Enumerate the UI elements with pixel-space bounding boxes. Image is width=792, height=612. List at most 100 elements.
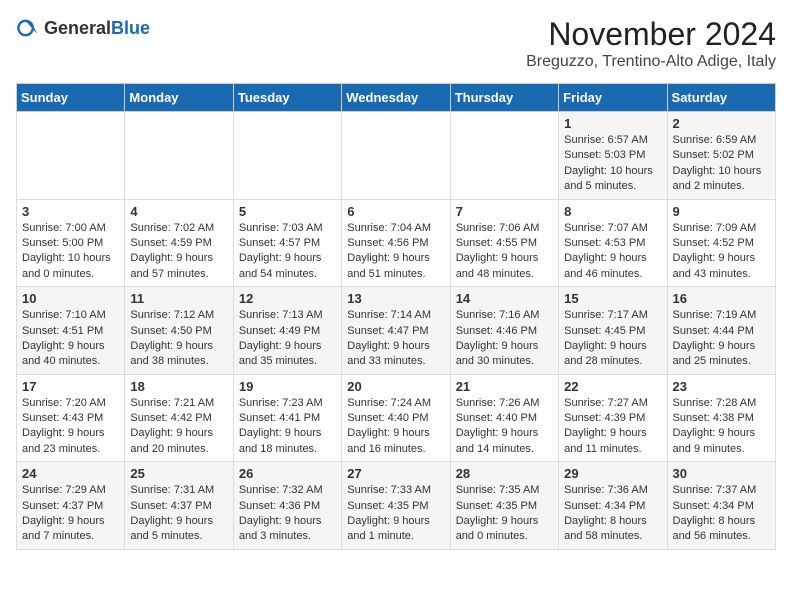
calendar-cell: 12Sunrise: 7:13 AM Sunset: 4:49 PM Dayli…	[233, 287, 341, 375]
day-header-saturday: Saturday	[667, 84, 775, 112]
calendar-cell	[342, 112, 450, 200]
day-number: 18	[130, 379, 227, 394]
day-number: 29	[564, 466, 661, 481]
calendar-cell: 7 Sunrise: 7:06 AM Sunset: 4:55 PM Daylig…	[450, 199, 558, 287]
location-title: Breguzzo, Trentino-Alto Adige, Italy	[526, 53, 776, 71]
cell-info: Sunrise: 7:06 AM Sunset: 4:55 PM Dayligh…	[456, 221, 553, 283]
day-number: 8	[564, 204, 661, 219]
week-row-1: 1 Sunrise: 6:57 AM Sunset: 5:03 PM Daylig…	[17, 112, 776, 200]
cell-info: Sunrise: 7:32 AM Sunset: 4:36 PM Dayligh…	[239, 483, 336, 545]
cell-info: Sunrise: 7:35 AM Sunset: 4:35 PM Dayligh…	[456, 483, 553, 545]
day-number: 2	[673, 116, 770, 131]
cell-info: Sunrise: 7:21 AM Sunset: 4:42 PM Dayligh…	[130, 396, 227, 458]
day-number: 11	[130, 291, 227, 306]
cell-info: Sunrise: 7:10 AM Sunset: 4:51 PM Dayligh…	[22, 308, 119, 370]
cell-info: Sunrise: 7:19 AM Sunset: 4:44 PM Dayligh…	[673, 308, 770, 370]
day-number: 7	[456, 204, 553, 219]
cell-info: Sunrise: 7:27 AM Sunset: 4:39 PM Dayligh…	[564, 396, 661, 458]
cell-info: Sunrise: 7:33 AM Sunset: 4:35 PM Dayligh…	[347, 483, 444, 545]
calendar-cell: 21 Sunrise: 7:26 AM Sunset: 4:40 PM Dayli…	[450, 374, 558, 462]
day-number: 24	[22, 466, 119, 481]
calendar-cell	[17, 112, 125, 200]
cell-info: Sunrise: 7:07 AM Sunset: 4:53 PM Dayligh…	[564, 221, 661, 283]
cell-info: Sunrise: 7:31 AM Sunset: 4:37 PM Dayligh…	[130, 483, 227, 545]
cell-info: Sunrise: 7:29 AM Sunset: 4:37 PM Dayligh…	[22, 483, 119, 545]
day-number: 22	[564, 379, 661, 394]
calendar-cell: 9Sunrise: 7:09 AM Sunset: 4:52 PM Daylig…	[667, 199, 775, 287]
title-area: November 2024 Breguzzo, Trentino-Alto Ad…	[526, 16, 776, 71]
day-number: 6	[347, 204, 444, 219]
month-title: November 2024	[526, 16, 776, 53]
day-header-thursday: Thursday	[450, 84, 558, 112]
day-header-wednesday: Wednesday	[342, 84, 450, 112]
logo-general-text: General	[44, 18, 111, 39]
day-number: 17	[22, 379, 119, 394]
day-number: 12	[239, 291, 336, 306]
calendar-cell: 22 Sunrise: 7:27 AM Sunset: 4:39 PM Dayli…	[559, 374, 667, 462]
cell-info: Sunrise: 7:00 AM Sunset: 5:00 PM Dayligh…	[22, 221, 119, 283]
calendar-cell: 11 Sunrise: 7:12 AM Sunset: 4:50 PM Dayli…	[125, 287, 233, 375]
calendar-cell: 14Sunrise: 7:16 AM Sunset: 4:46 PM Dayli…	[450, 287, 558, 375]
calendar-table: SundayMondayTuesdayWednesdayThursdayFrid…	[16, 83, 776, 550]
day-header-monday: Monday	[125, 84, 233, 112]
day-number: 16	[673, 291, 770, 306]
calendar-cell: 29Sunrise: 7:36 AM Sunset: 4:34 PM Dayli…	[559, 462, 667, 550]
calendar-cell: 2 Sunrise: 6:59 AM Sunset: 5:02 PM Daylig…	[667, 112, 775, 200]
day-number: 28	[456, 466, 553, 481]
cell-info: Sunrise: 7:20 AM Sunset: 4:43 PM Dayligh…	[22, 396, 119, 458]
day-number: 21	[456, 379, 553, 394]
day-number: 5	[239, 204, 336, 219]
calendar-cell: 17 Sunrise: 7:20 AM Sunset: 4:43 PM Dayli…	[17, 374, 125, 462]
day-number: 19	[239, 379, 336, 394]
cell-info: Sunrise: 7:24 AM Sunset: 4:40 PM Dayligh…	[347, 396, 444, 458]
day-number: 15	[564, 291, 661, 306]
calendar-cell	[450, 112, 558, 200]
week-row-4: 17 Sunrise: 7:20 AM Sunset: 4:43 PM Dayli…	[17, 374, 776, 462]
calendar-cell: 23 Sunrise: 7:28 AM Sunset: 4:38 PM Dayli…	[667, 374, 775, 462]
cell-info: Sunrise: 7:37 AM Sunset: 4:34 PM Dayligh…	[673, 483, 770, 545]
cell-info: Sunrise: 7:14 AM Sunset: 4:47 PM Dayligh…	[347, 308, 444, 370]
calendar-body: 1 Sunrise: 6:57 AM Sunset: 5:03 PM Daylig…	[17, 112, 776, 550]
calendar-cell: 10Sunrise: 7:10 AM Sunset: 4:51 PM Dayli…	[17, 287, 125, 375]
logo-icon	[16, 16, 40, 40]
day-number: 30	[673, 466, 770, 481]
cell-info: Sunrise: 7:04 AM Sunset: 4:56 PM Dayligh…	[347, 221, 444, 283]
day-number: 13	[347, 291, 444, 306]
cell-info: Sunrise: 7:17 AM Sunset: 4:45 PM Dayligh…	[564, 308, 661, 370]
cell-info: Sunrise: 7:16 AM Sunset: 4:46 PM Dayligh…	[456, 308, 553, 370]
calendar-cell: 20 Sunrise: 7:24 AM Sunset: 4:40 PM Dayli…	[342, 374, 450, 462]
calendar-cell: 8 Sunrise: 7:07 AM Sunset: 4:53 PM Daylig…	[559, 199, 667, 287]
cell-info: Sunrise: 7:23 AM Sunset: 4:41 PM Dayligh…	[239, 396, 336, 458]
logo: General Blue	[16, 16, 150, 40]
day-number: 1	[564, 116, 661, 131]
calendar-cell: 4 Sunrise: 7:02 AM Sunset: 4:59 PM Daylig…	[125, 199, 233, 287]
day-number: 26	[239, 466, 336, 481]
cell-info: Sunrise: 7:03 AM Sunset: 4:57 PM Dayligh…	[239, 221, 336, 283]
calendar-cell: 26 Sunrise: 7:32 AM Sunset: 4:36 PM Dayli…	[233, 462, 341, 550]
logo-blue-text: Blue	[111, 18, 150, 39]
day-number: 23	[673, 379, 770, 394]
calendar-cell: 6 Sunrise: 7:04 AM Sunset: 4:56 PM Daylig…	[342, 199, 450, 287]
day-number: 4	[130, 204, 227, 219]
calendar-cell: 5 Sunrise: 7:03 AM Sunset: 4:57 PM Daylig…	[233, 199, 341, 287]
day-number: 20	[347, 379, 444, 394]
week-row-5: 24 Sunrise: 7:29 AM Sunset: 4:37 PM Dayli…	[17, 462, 776, 550]
calendar-cell: 24 Sunrise: 7:29 AM Sunset: 4:37 PM Dayli…	[17, 462, 125, 550]
calendar-header-row: SundayMondayTuesdayWednesdayThursdayFrid…	[17, 84, 776, 112]
calendar-cell: 19 Sunrise: 7:23 AM Sunset: 4:41 PM Dayli…	[233, 374, 341, 462]
week-row-2: 3 Sunrise: 7:00 AM Sunset: 5:00 PM Daylig…	[17, 199, 776, 287]
cell-info: Sunrise: 6:59 AM Sunset: 5:02 PM Dayligh…	[673, 133, 770, 195]
calendar-cell: 3 Sunrise: 7:00 AM Sunset: 5:00 PM Daylig…	[17, 199, 125, 287]
cell-info: Sunrise: 7:09 AM Sunset: 4:52 PM Dayligh…	[673, 221, 770, 283]
cell-info: Sunrise: 7:28 AM Sunset: 4:38 PM Dayligh…	[673, 396, 770, 458]
calendar-cell: 13 Sunrise: 7:14 AM Sunset: 4:47 PM Dayli…	[342, 287, 450, 375]
cell-info: Sunrise: 7:26 AM Sunset: 4:40 PM Dayligh…	[456, 396, 553, 458]
cell-info: Sunrise: 7:02 AM Sunset: 4:59 PM Dayligh…	[130, 221, 227, 283]
calendar-cell	[125, 112, 233, 200]
day-number: 25	[130, 466, 227, 481]
day-header-friday: Friday	[559, 84, 667, 112]
day-number: 3	[22, 204, 119, 219]
cell-info: Sunrise: 7:12 AM Sunset: 4:50 PM Dayligh…	[130, 308, 227, 370]
day-header-tuesday: Tuesday	[233, 84, 341, 112]
cell-info: Sunrise: 6:57 AM Sunset: 5:03 PM Dayligh…	[564, 133, 661, 195]
